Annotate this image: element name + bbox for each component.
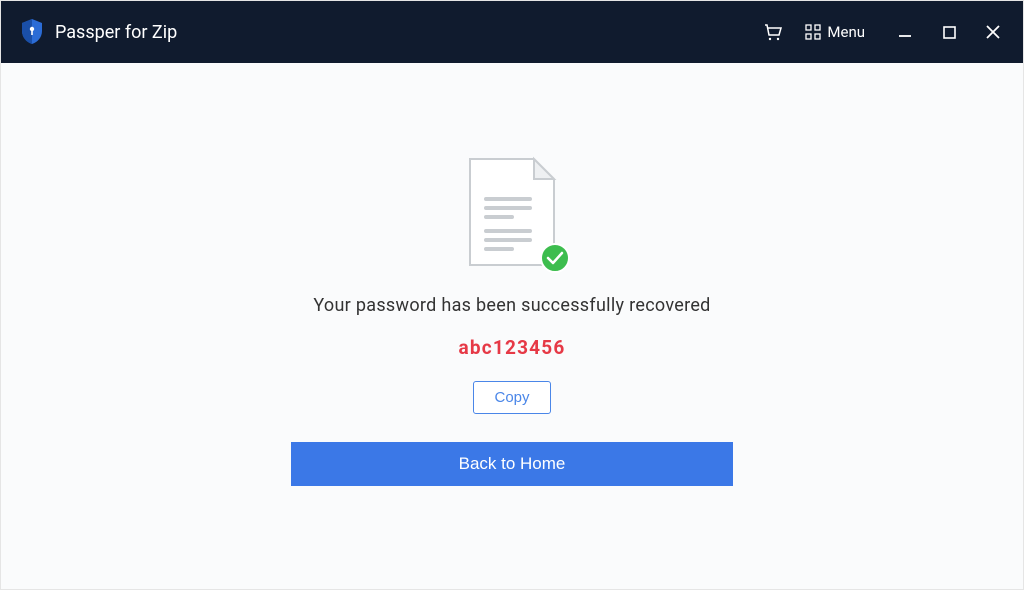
window-controls bbox=[895, 22, 1003, 42]
menu-icon bbox=[805, 24, 821, 40]
menu-label: Menu bbox=[827, 23, 865, 41]
success-message: Your password has been successfully reco… bbox=[313, 295, 710, 316]
checkmark-success-icon bbox=[540, 243, 570, 273]
app-title: Passper for Zip bbox=[55, 22, 177, 43]
minimize-icon[interactable] bbox=[895, 22, 915, 42]
close-icon[interactable] bbox=[983, 22, 1003, 42]
cart-icon[interactable] bbox=[763, 22, 783, 42]
titlebar: Passper for Zip Menu bbox=[1, 1, 1023, 63]
copy-button[interactable]: Copy bbox=[473, 381, 550, 414]
titlebar-right: Menu bbox=[763, 22, 1003, 42]
titlebar-left: Passper for Zip bbox=[21, 19, 177, 45]
maximize-icon[interactable] bbox=[939, 22, 959, 42]
app-logo-icon bbox=[21, 19, 43, 45]
document-success-icon bbox=[464, 155, 560, 269]
back-home-button[interactable]: Back to Home bbox=[291, 442, 733, 486]
main-content: Your password has been successfully reco… bbox=[1, 63, 1023, 589]
menu-button[interactable]: Menu bbox=[805, 23, 865, 41]
app-window: Passper for Zip Menu bbox=[0, 0, 1024, 590]
recovered-password: abc123456 bbox=[459, 336, 566, 359]
